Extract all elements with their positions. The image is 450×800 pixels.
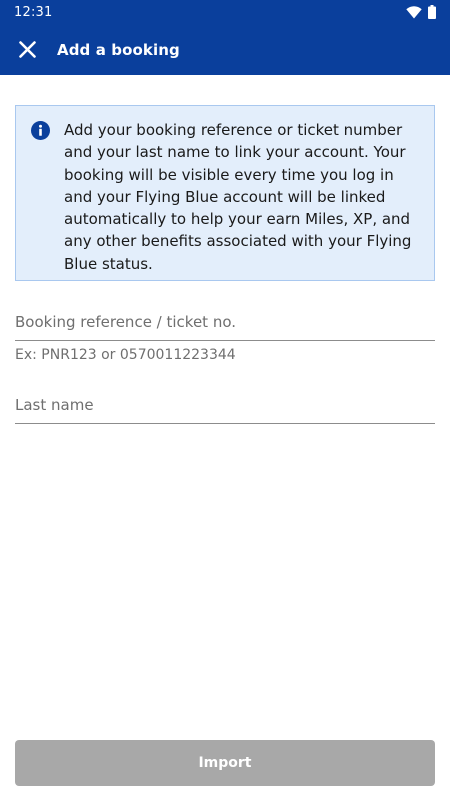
booking-reference-helper: Ex: PNR123 or 0570011223344 xyxy=(15,347,236,363)
battery-icon xyxy=(428,5,436,19)
status-time: 12:31 xyxy=(14,4,53,20)
page-title: Add a booking xyxy=(57,40,180,59)
close-button[interactable] xyxy=(12,35,42,65)
import-button[interactable]: Import xyxy=(15,740,435,786)
info-icon xyxy=(31,121,50,140)
status-icons xyxy=(406,5,436,19)
app-bar: Add a booking xyxy=(0,24,450,75)
close-icon xyxy=(18,41,36,58)
wifi-icon xyxy=(406,5,422,18)
info-banner: Add your booking reference or ticket num… xyxy=(15,105,435,281)
booking-reference-input[interactable] xyxy=(15,309,435,341)
last-name-input[interactable] xyxy=(15,392,435,424)
status-bar: 12:31 xyxy=(0,0,450,24)
info-text: Add your booking reference or ticket num… xyxy=(64,121,412,273)
